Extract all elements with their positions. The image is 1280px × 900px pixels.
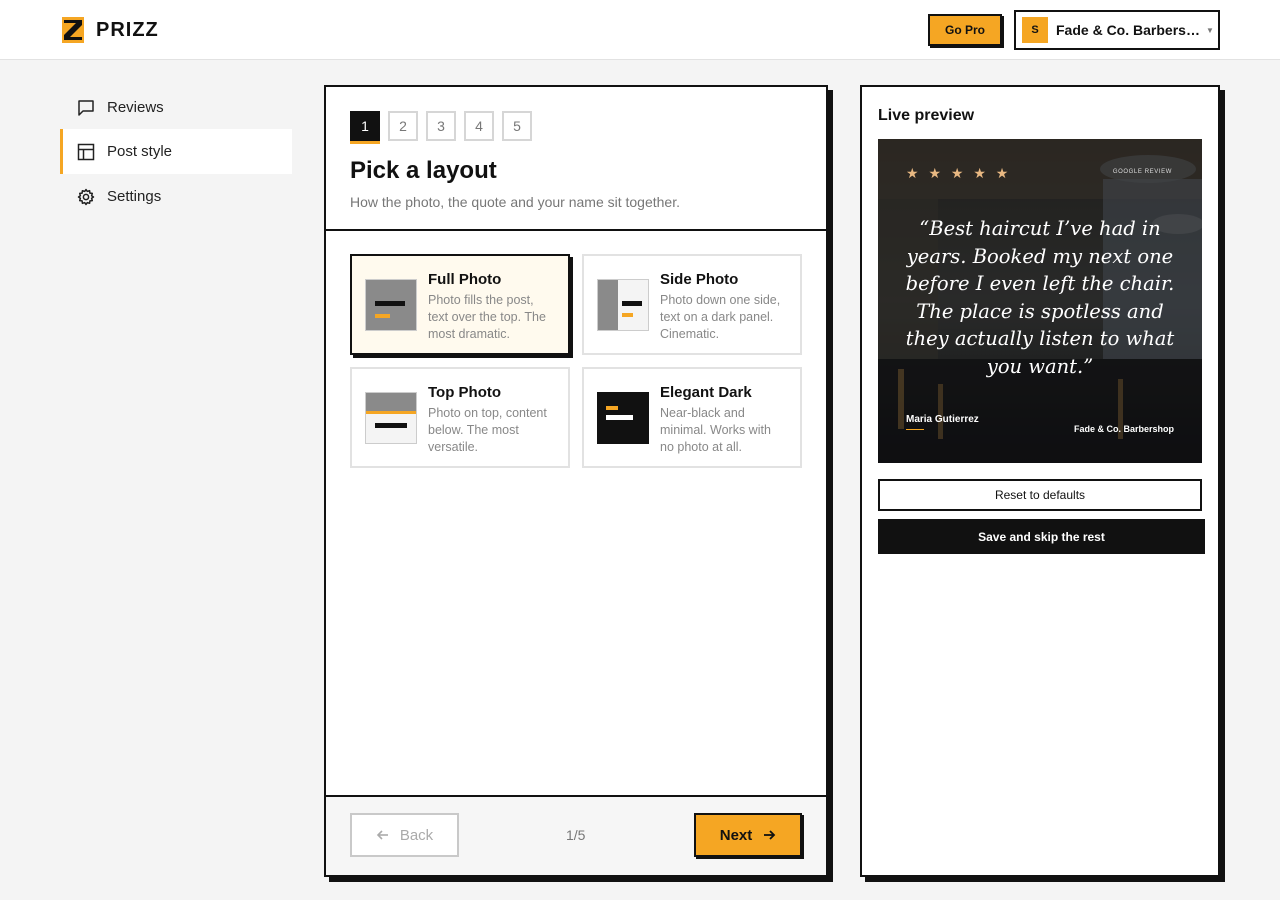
divider — [326, 229, 826, 231]
layout-description: Photo down one side, text on a dark pane… — [660, 293, 781, 341]
sidebar-item-settings[interactable]: Settings — [60, 174, 292, 219]
review-quote: “Best haircut I’ve had in years. Booked … — [905, 217, 1175, 378]
sidebar-item-reviews[interactable]: Reviews — [60, 85, 292, 130]
back-button[interactable]: Back — [350, 813, 459, 857]
step-indicator: 1 2 3 4 5 — [350, 111, 540, 141]
page-title: Pick a layout — [350, 157, 497, 184]
top-photo-thumbnail — [365, 392, 417, 444]
go-pro-button[interactable]: Go Pro — [928, 14, 1002, 46]
page-indicator: 1/5 — [566, 827, 586, 843]
layout-icon — [77, 143, 95, 160]
logo-icon — [62, 17, 84, 43]
layout-description: Near-black and minimal. Works with no ph… — [660, 406, 771, 454]
step-2[interactable]: 2 — [388, 111, 418, 141]
business-label: Fade & Co. Barbershop — [1073, 424, 1174, 434]
review-author: Maria Gutierrez — [906, 414, 979, 425]
step-4[interactable]: 4 — [464, 111, 494, 141]
step-3[interactable]: 3 — [426, 111, 456, 141]
sidebar-item-label: Settings — [107, 188, 162, 205]
preview-post: ★ ★ ★ ★ ★ GOOGLE REVIEW “Best haircut I’… — [878, 139, 1202, 463]
chat-bubble-icon — [78, 99, 94, 116]
layout-description: Photo fills the post, text over the top.… — [428, 293, 546, 341]
review-source-tag: GOOGLE REVIEW — [1112, 169, 1172, 175]
sidebar-item-label: Post style — [107, 143, 173, 160]
chevron-down-icon: ▼ — [1206, 25, 1214, 35]
app-name: PRIZZ — [96, 18, 159, 41]
top-bar: PRIZZ Go Pro S Fade & Co. Barbersh... ▼ — [0, 0, 1280, 60]
arrow-right-icon — [764, 830, 776, 840]
layout-option-top-photo[interactable]: Top Photo Photo on top, content below. T… — [350, 367, 570, 468]
business-avatar: S — [1022, 17, 1048, 43]
gear-icon — [77, 188, 95, 205]
layout-title: Full Photo — [428, 271, 502, 288]
layout-option-full-photo[interactable]: Full Photo Photo fills the post, text ov… — [350, 254, 570, 355]
sidebar-item-post-style[interactable]: Post style — [60, 129, 292, 174]
sidebar-item-label: Reviews — [107, 99, 164, 116]
business-selector[interactable]: S Fade & Co. Barbersh... ▼ — [1014, 10, 1220, 50]
save-and-skip-button[interactable]: Save and skip the rest — [878, 519, 1205, 554]
layout-option-side-photo[interactable]: Side Photo Photo down one side, text on … — [582, 254, 802, 355]
logo[interactable]: PRIZZ — [62, 17, 159, 43]
next-label: Next — [719, 826, 753, 844]
arrow-left-icon — [376, 830, 388, 840]
rating-stars: ★ ★ ★ ★ ★ — [906, 165, 1012, 181]
full-photo-thumbnail — [365, 279, 417, 331]
layout-title: Elegant Dark — [660, 384, 752, 401]
step-5[interactable]: 5 — [502, 111, 532, 141]
layout-wizard-panel: 1 2 3 4 5 Pick a layout How the photo, t… — [324, 85, 828, 877]
elegant-dark-thumbnail — [597, 392, 649, 444]
layout-title: Side Photo — [660, 271, 739, 288]
preview-title: Live preview — [878, 107, 975, 124]
layout-title: Top Photo — [428, 384, 502, 401]
page-subtitle: How the photo, the quote and your name s… — [350, 194, 680, 210]
step-1[interactable]: 1 — [350, 111, 380, 141]
reset-defaults-button[interactable]: Reset to defaults — [878, 479, 1202, 511]
business-name: Fade & Co. Barbersh... — [1056, 22, 1200, 38]
wizard-footer: Back 1/5 Next — [326, 795, 826, 875]
live-preview-panel: Live preview ★ ★ ★ ★ ★ GOOGLE REVIEW “Be… — [860, 85, 1220, 877]
layout-option-elegant-dark[interactable]: Elegant Dark Near-black and minimal. Wor… — [582, 367, 802, 468]
next-button[interactable]: Next — [694, 813, 802, 857]
side-photo-thumbnail — [597, 279, 649, 331]
author-underline — [906, 429, 924, 430]
back-label: Back — [399, 826, 434, 844]
layout-description: Photo on top, content below. The most ve… — [428, 406, 547, 454]
